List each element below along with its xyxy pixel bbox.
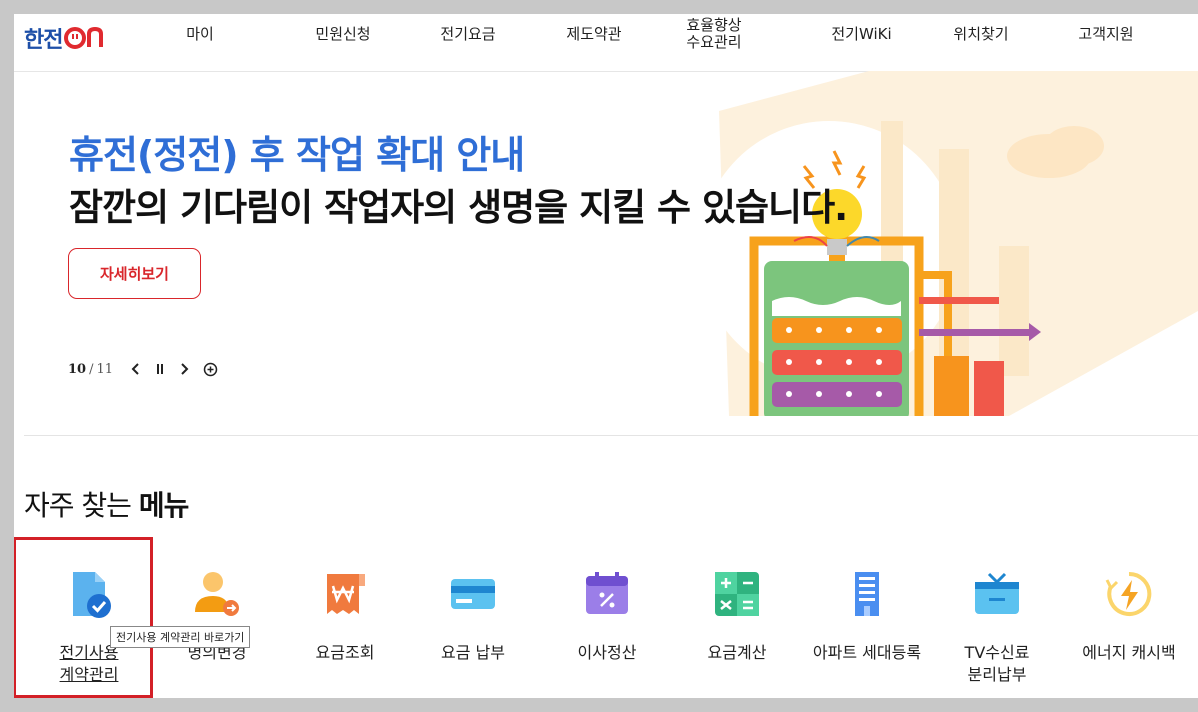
logo[interactable]: 한전 xyxy=(24,20,114,56)
hero-subtitle: 잠깐의 기다림이 작업자의 생명을 지킬 수 있습니다. xyxy=(69,186,848,229)
fav-item-energy-cashback[interactable]: 에너지 캐시백 xyxy=(1066,564,1192,664)
favorites-title-prefix: 자주 찾는 xyxy=(24,489,139,522)
fav-label: 요금 납부 xyxy=(441,643,505,662)
nav-label: 고객지원 xyxy=(1078,24,1134,43)
fav-item-tv-fee[interactable]: TV수신료 분리납부 xyxy=(934,564,1060,686)
nav-item-efficiency[interactable]: 효율향상 수요관리 xyxy=(669,14,759,54)
fav-label: 요금조회 xyxy=(315,643,375,662)
hero-title: 휴전(정전) 후 작업 확대 안내 xyxy=(69,133,525,177)
fav-label: TV수신료 분리납부 xyxy=(964,643,1030,684)
nav-item-civil-petition[interactable]: 민원신청 xyxy=(298,14,388,54)
receipt-won-icon xyxy=(315,564,375,624)
view-all-slides-button[interactable] xyxy=(203,362,218,377)
pager-separator: / xyxy=(89,361,94,377)
nav-item-electric-bill[interactable]: 전기요금 xyxy=(423,14,513,54)
section-divider xyxy=(24,435,1198,436)
pager-current: 10 xyxy=(68,361,87,377)
tv-icon xyxy=(967,564,1027,624)
nav-label: 효율향상 수요관리 xyxy=(686,16,742,51)
fav-item-moving-settlement[interactable]: 이사정산 xyxy=(544,564,670,664)
fav-label: 이사정산 xyxy=(577,643,637,662)
nav-label: 전기WiKi xyxy=(831,24,892,43)
prev-slide-button[interactable] xyxy=(131,362,141,376)
fav-item-bill-inquiry[interactable]: 요금조회 xyxy=(282,564,408,664)
fav-item-payment[interactable]: 요금 납부 xyxy=(410,564,536,664)
credit-card-icon xyxy=(443,564,503,624)
favorites-title: 자주 찾는 메뉴 xyxy=(24,484,190,524)
favorites-title-bold: 메뉴 xyxy=(138,489,190,522)
document-check-icon xyxy=(59,564,119,624)
energy-cashback-icon xyxy=(1099,564,1159,624)
fav-label: 전기사용 계약관리 xyxy=(59,643,119,684)
nav-label: 전기요금 xyxy=(440,24,496,43)
pause-slide-button[interactable] xyxy=(155,362,165,376)
chevron-left-icon xyxy=(131,363,139,375)
more-button[interactable]: 자세히보기 xyxy=(68,248,201,299)
next-slide-button[interactable] xyxy=(179,362,189,376)
fav-label: 에너지 캐시백 xyxy=(1082,643,1176,662)
nav-label: 제도약관 xyxy=(566,24,622,43)
person-change-icon xyxy=(187,564,247,624)
fav-item-contract[interactable]: 전기사용 계약관리 xyxy=(26,564,152,686)
fav-label: 요금계산 xyxy=(707,643,767,662)
logo-text: 한전 xyxy=(24,28,63,53)
nav-item-location[interactable]: 위치찾기 xyxy=(936,14,1026,54)
nav-item-my[interactable]: 마이 xyxy=(160,14,240,54)
tooltip: 전기사용 계약관리 바로가기 xyxy=(110,626,251,648)
nav-item-support[interactable]: 고객지원 xyxy=(1061,14,1151,54)
logo-on-mark xyxy=(64,27,114,49)
page: 한전 마이 민원신청 전기요금 제도약관 효율향상 수요관리 전기WiKi 위치… xyxy=(14,14,1198,698)
nav-item-wiki[interactable]: 전기WiKi xyxy=(814,14,909,54)
pager-total: 11 xyxy=(96,361,114,377)
header: 한전 마이 민원신청 전기요금 제도약관 효율향상 수요관리 전기WiKi 위치… xyxy=(14,14,1198,72)
hero-illustration xyxy=(669,71,1198,416)
fav-item-apartment[interactable]: 아파트 세대등록 xyxy=(804,564,930,664)
calculator-icon xyxy=(707,564,767,624)
nav-label: 위치찾기 xyxy=(953,24,1009,43)
slide-pager: 10 / 11 xyxy=(68,359,218,379)
fav-item-bill-calc[interactable]: 요금계산 xyxy=(674,564,800,664)
nav-label: 마이 xyxy=(186,24,214,43)
fav-label: 아파트 세대등록 xyxy=(812,643,922,662)
nav-label: 민원신청 xyxy=(315,24,371,43)
pause-icon xyxy=(157,364,164,374)
fav-item-name-change[interactable]: 명의변경 xyxy=(154,564,280,664)
nav-item-terms[interactable]: 제도약관 xyxy=(549,14,639,54)
apartment-icon xyxy=(837,564,897,624)
calendar-percent-icon xyxy=(577,564,637,624)
chevron-right-icon xyxy=(181,363,189,375)
plus-circle-icon xyxy=(203,362,218,376)
